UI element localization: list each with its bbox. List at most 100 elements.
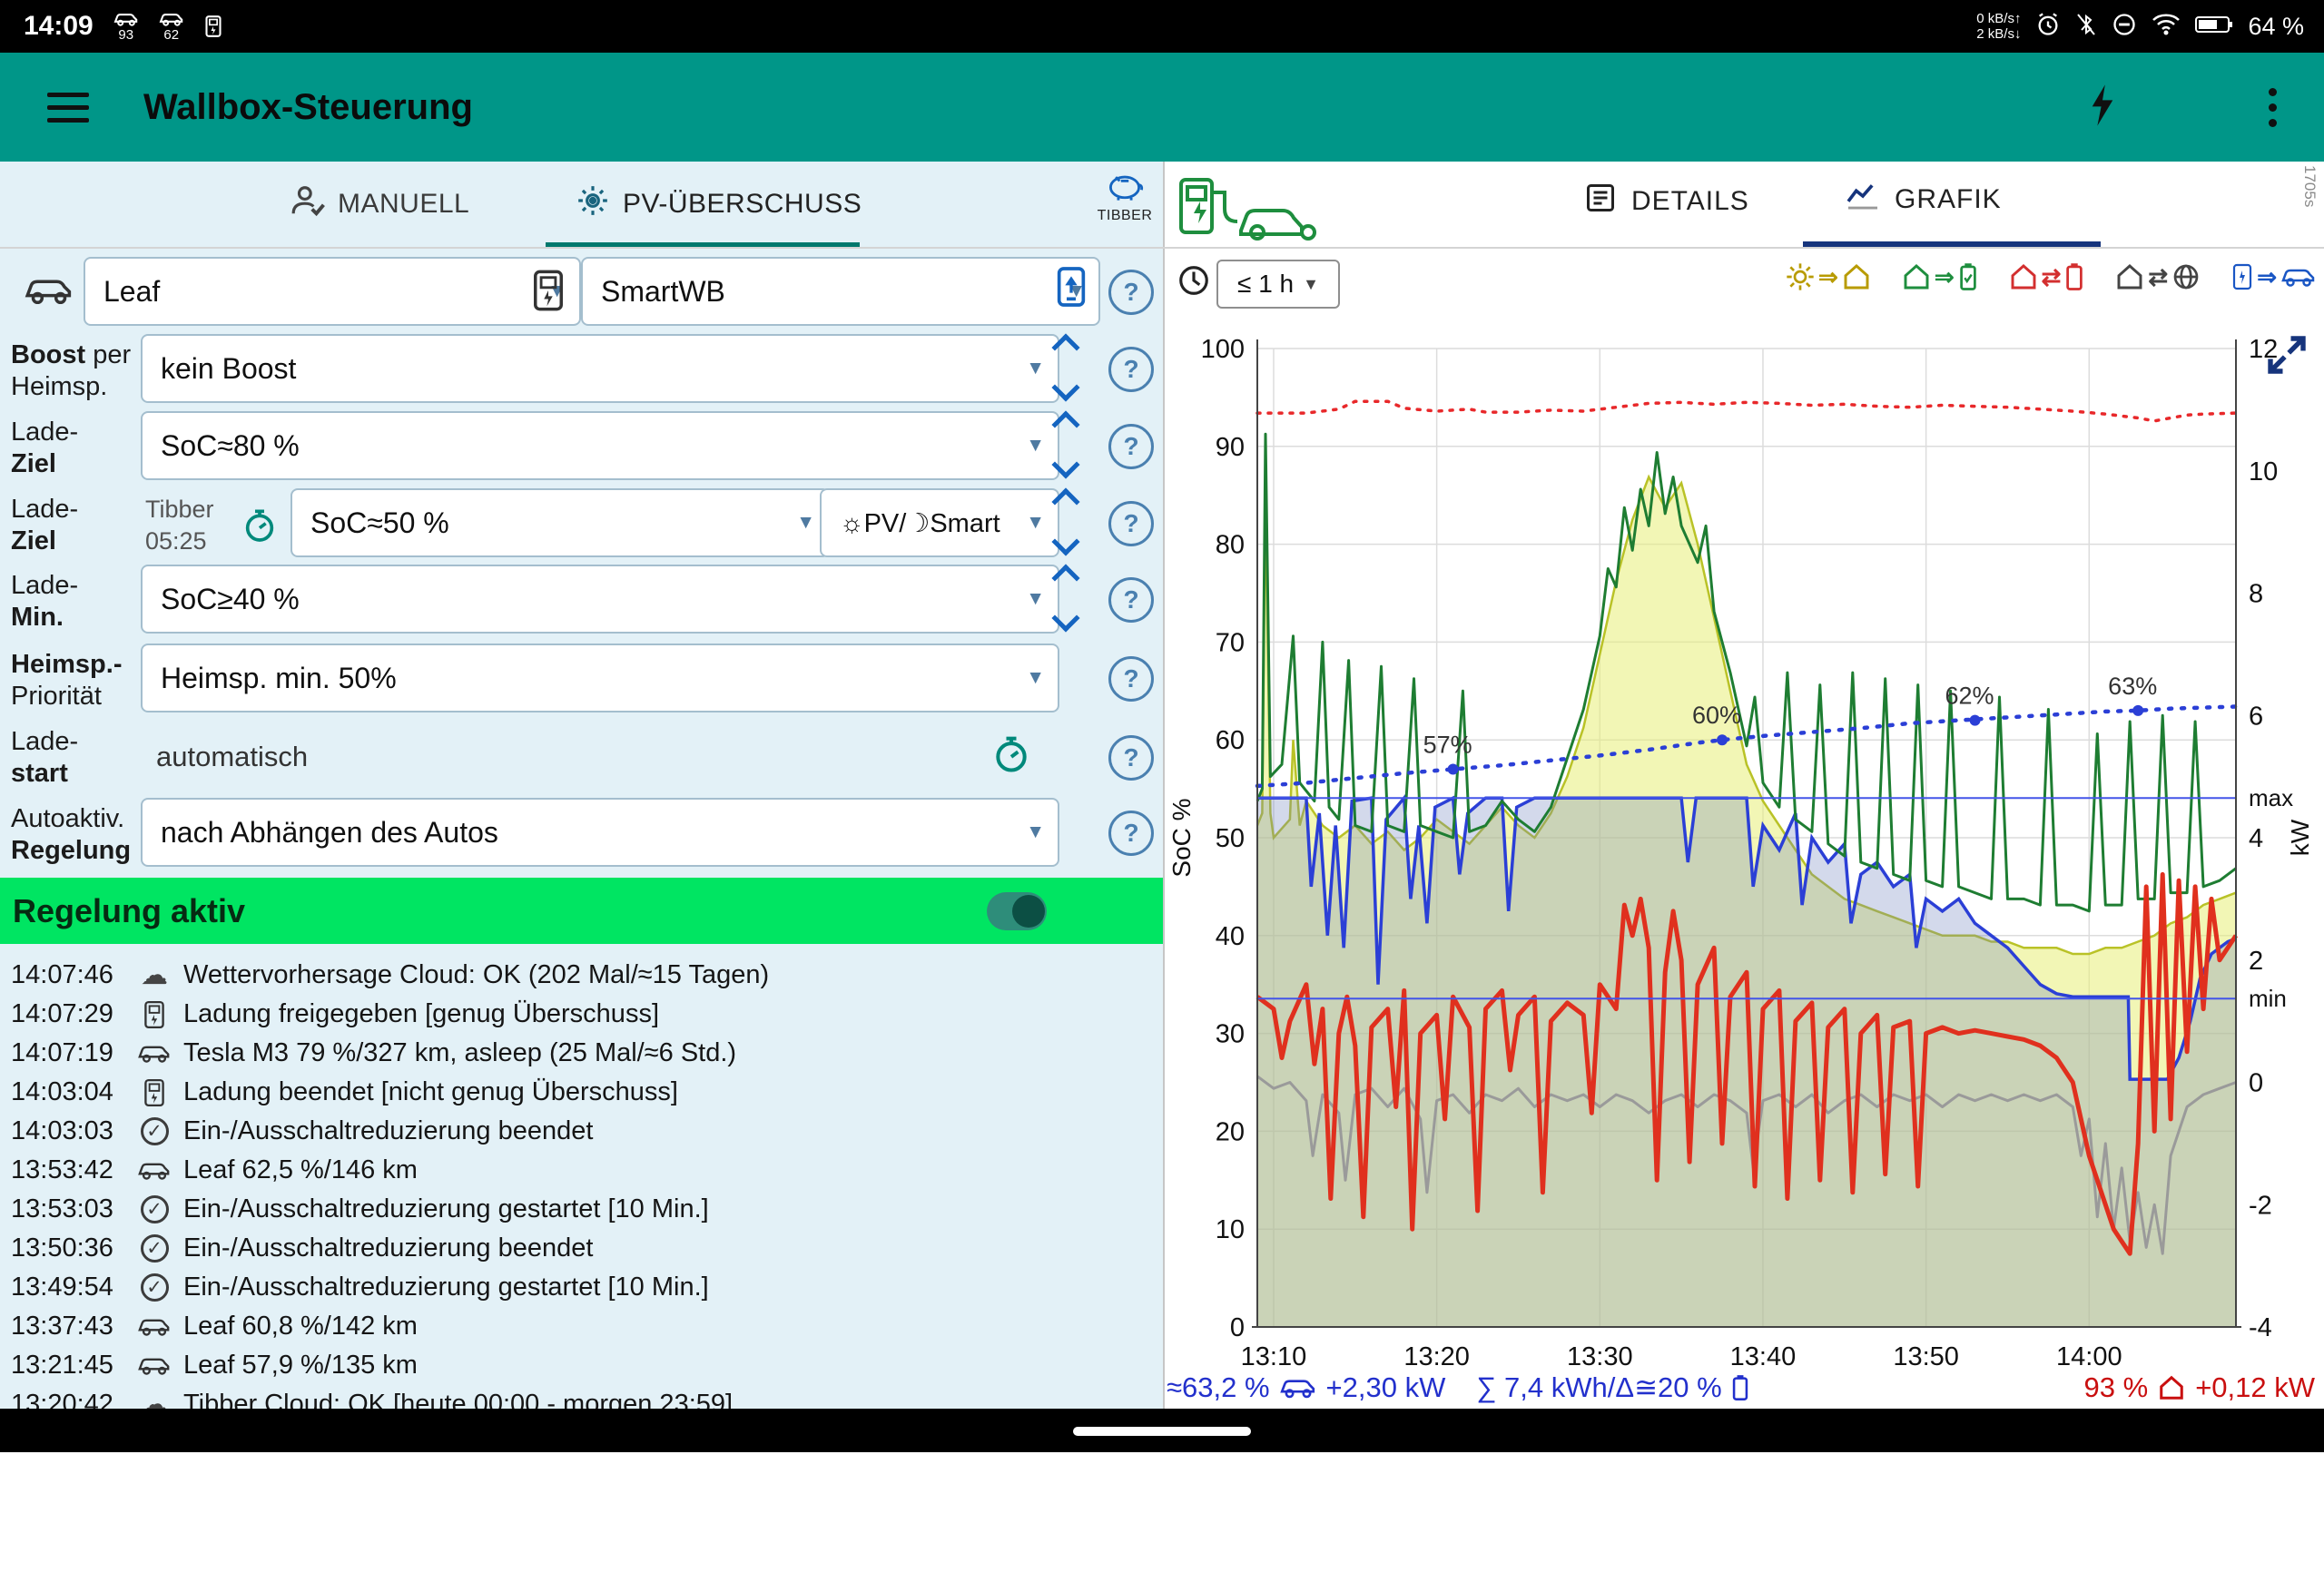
autoaktiv-select[interactable]: nach Abhängen des Autos ▼ <box>141 798 1059 867</box>
wallbox-app-icon[interactable] <box>1053 263 1089 315</box>
check-circle-icon: ✓ <box>141 1117 169 1145</box>
help-button-tibber[interactable]: ? <box>1108 501 1154 546</box>
help-button-ladestart[interactable]: ? <box>1108 735 1154 781</box>
svg-text:50: 50 <box>1216 824 1245 853</box>
regelung-aktiv-label: Regelung aktiv <box>13 892 245 930</box>
svg-text:0: 0 <box>2249 1069 2263 1098</box>
page-title: Wallbox-Steuerung <box>143 87 473 128</box>
log-time: 13:50:36 <box>11 1233 131 1263</box>
control-panel: MANUELL PV-ÜBERSCHUSS TIBBER Leaf ▼ Smar… <box>0 162 1163 1409</box>
ladeziel-tibber-label: Lade-Ziel <box>11 494 78 557</box>
tibber-button[interactable]: TIBBER <box>1089 171 1160 224</box>
help-button-ladeziel[interactable]: ? <box>1108 424 1154 469</box>
pv-smart-mode-value: ☼PV/☽Smart <box>840 507 1000 539</box>
log-row: 14:07:46☁Wettervorhersage Cloud: OK (202… <box>0 956 1163 995</box>
lademin-stepper[interactable] <box>1050 568 1081 628</box>
fullscreen-icon[interactable] <box>2262 330 2311 384</box>
chevron-down-icon: ▼ <box>1303 275 1319 294</box>
tab-grafik-label: GRAFIK <box>1895 184 2002 215</box>
menu-icon[interactable] <box>47 93 89 123</box>
ladeziel-select[interactable]: SoC≈80 % ▼ <box>141 411 1059 480</box>
regelung-aktiv-banner: Regelung aktiv <box>0 878 1163 944</box>
panel-divider <box>1163 162 1165 1409</box>
wallbox-icon <box>531 269 566 317</box>
notif-vehicle2-icon: 62 <box>159 11 184 42</box>
log-row: 13:49:54✓Ein-/Ausschaltreduzierung gesta… <box>0 1268 1163 1307</box>
ladeziel-tibber-stepper[interactable] <box>1050 492 1081 552</box>
dark-mode-icon[interactable] <box>2174 86 2212 129</box>
log-row: 14:03:03✓Ein-/Ausschaltreduzierung beend… <box>0 1112 1163 1151</box>
chevron-up-icon[interactable] <box>1051 333 1079 361</box>
tab-manuell-label: MANUELL <box>338 189 469 220</box>
lademin-select[interactable]: SoC≥40 % ▼ <box>141 565 1059 634</box>
log-time: 14:07:29 <box>11 999 131 1029</box>
help-button-prio[interactable]: ? <box>1108 656 1154 702</box>
chevron-down-icon[interactable] <box>1051 527 1079 555</box>
tab-manuell[interactable]: MANUELL <box>290 183 469 225</box>
session-timer: 1705s <box>2300 165 2319 207</box>
tab-details[interactable]: DETAILS <box>1584 182 1749 221</box>
home-battery-soc-value: 93 % <box>2084 1371 2149 1404</box>
vehicle-select[interactable]: Leaf ▼ <box>84 257 581 326</box>
nav-handle[interactable] <box>1073 1427 1251 1436</box>
chevron-up-icon[interactable] <box>1051 487 1079 516</box>
boost-stepper[interactable] <box>1050 338 1081 398</box>
overflow-menu-icon[interactable] <box>2269 88 2277 127</box>
heimsp-prio-select[interactable]: Heimsp. min. 50% ▼ <box>141 644 1059 712</box>
ladeziel-select-value: SoC≈80 % <box>161 429 300 463</box>
chevron-up-icon[interactable] <box>1051 564 1079 592</box>
help-button-autoaktiv[interactable]: ? <box>1108 811 1154 856</box>
svg-text:-2: -2 <box>2249 1191 2272 1220</box>
wallbox-select[interactable]: SmartWB ▼ <box>581 257 1100 326</box>
flow-wallbox-to-car-icon: ⇒ <box>2231 261 2317 292</box>
wallbox-icon <box>143 1078 166 1107</box>
chevron-down-icon: ▼ <box>1026 821 1045 843</box>
chart-footer: ≈63,2 % +2,30 kW ∑ 7,4 kWh/Δ≅20 % 93 % +… <box>1167 1369 2324 1407</box>
help-button-boost[interactable]: ? <box>1108 347 1154 392</box>
tab-pv-ueberschuss[interactable]: PV-ÜBERSCHUSS <box>576 183 862 225</box>
log-text: Ladung beendet [nicht genug Überschuss] <box>183 1077 678 1107</box>
status-clock: 14:09 <box>24 11 94 42</box>
ladestart-timer-icon[interactable] <box>991 735 1031 780</box>
help-button-device[interactable]: ? <box>1108 270 1154 315</box>
svg-text:62%: 62% <box>1945 683 1994 710</box>
pv-smart-mode-select[interactable]: ☼PV/☽Smart ▼ <box>820 488 1059 557</box>
log-text: Leaf 57,9 %/135 km <box>183 1351 418 1381</box>
flash-icon[interactable] <box>2087 84 2118 132</box>
battery-icon <box>2195 15 2233 39</box>
tab-grafik[interactable]: GRAFIK <box>1846 182 2002 218</box>
boost-select[interactable]: kein Boost ▼ <box>141 334 1059 403</box>
log-row: 13:21:45Leaf 57,9 %/135 km <box>0 1346 1163 1385</box>
ladeziel-tibber-select[interactable]: SoC≈50 % ▼ <box>290 488 830 557</box>
chevron-down-icon: ▼ <box>1026 588 1045 610</box>
log-row: 14:07:19Tesla M3 79 %/327 km, asleep (25… <box>0 1034 1163 1073</box>
help-button-lademin[interactable]: ? <box>1108 577 1154 623</box>
time-range-select[interactable]: ≤ 1 h ▼ <box>1216 260 1340 309</box>
chevron-down-icon[interactable] <box>1051 373 1079 401</box>
check-circle-icon: ✓ <box>141 1234 169 1263</box>
log-text: Ein-/Ausschaltreduzierung gestartet [10 … <box>183 1272 709 1302</box>
chevron-up-icon[interactable] <box>1051 410 1079 438</box>
svg-text:min: min <box>2249 985 2287 1012</box>
regelung-toggle[interactable] <box>987 892 1047 930</box>
clock-icon <box>1177 263 1211 302</box>
ladeziel-label: Lade-Ziel <box>11 417 78 480</box>
soc-power-chart[interactable]: 57%60%62%63%0102030405060708090100121086… <box>1167 319 2324 1372</box>
chevron-down-icon: ▼ <box>1026 435 1045 457</box>
svg-text:100: 100 <box>1201 335 1245 364</box>
chevron-down-icon[interactable] <box>1051 450 1079 478</box>
car-icon <box>137 1043 172 1064</box>
vehicle-select-value: Leaf <box>103 275 160 309</box>
ladeziel-stepper[interactable] <box>1050 415 1081 475</box>
person-icon <box>290 183 325 225</box>
svg-text:4: 4 <box>2249 824 2263 853</box>
tibber-timer-icon[interactable] <box>241 508 278 549</box>
vehicle-soc-value: ≈63,2 % <box>1167 1371 1270 1404</box>
svg-text:13:50: 13:50 <box>1893 1342 1959 1371</box>
svg-text:30: 30 <box>1216 1020 1245 1049</box>
log-text: Ein-/Ausschaltreduzierung beendet <box>183 1116 593 1146</box>
svg-text:63%: 63% <box>2108 673 2157 700</box>
tab-details-label: DETAILS <box>1631 186 1749 217</box>
chevron-down-icon[interactable] <box>1051 604 1079 632</box>
svg-text:40: 40 <box>1216 922 1245 951</box>
